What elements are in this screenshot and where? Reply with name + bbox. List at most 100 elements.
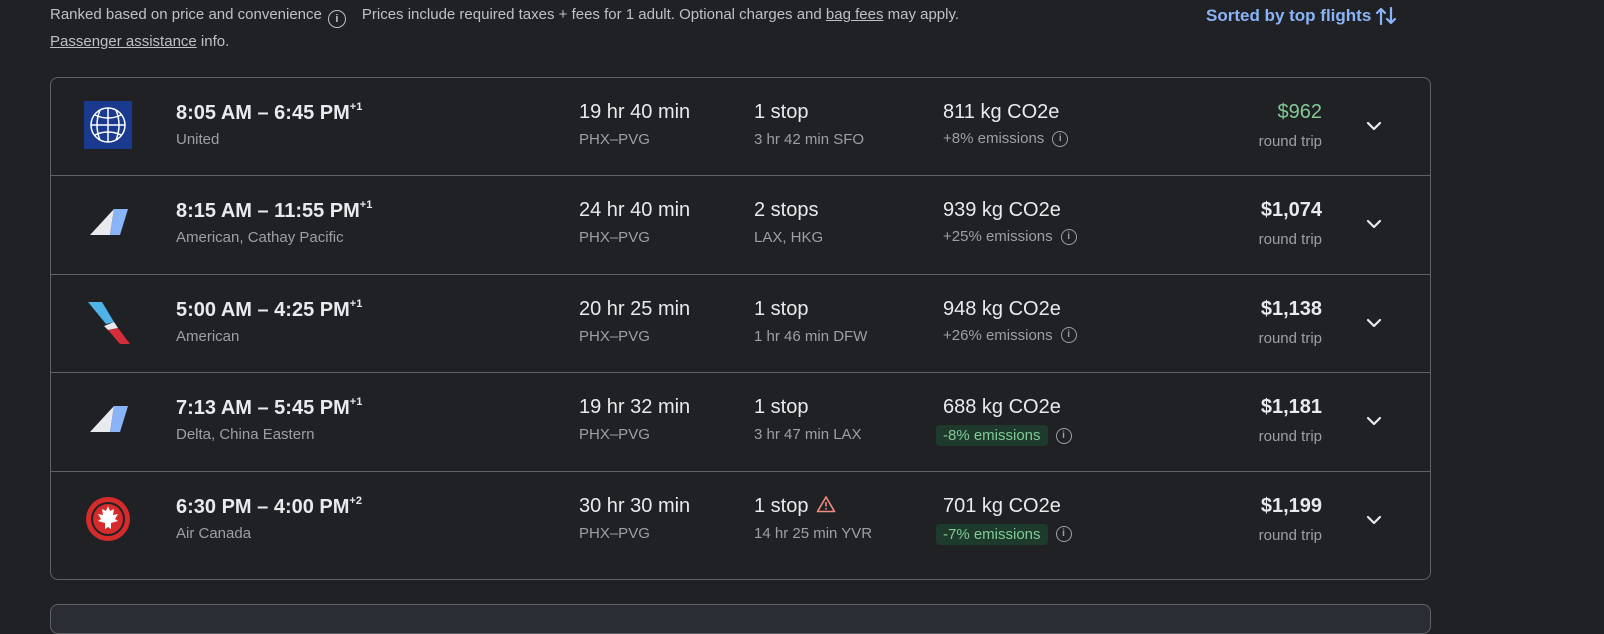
airline-name: American, Cathay Pacific bbox=[176, 229, 344, 247]
flight-times: 6:30 PM – 4:00 PM+2 bbox=[176, 495, 362, 519]
emissions-info: +25% emissions i bbox=[943, 228, 1077, 245]
stops-count: 1 stop bbox=[754, 101, 808, 124]
united-globe-icon bbox=[84, 101, 132, 149]
stop-detail: LAX, HKG bbox=[754, 229, 824, 247]
flight-route: PHX–PVG bbox=[579, 426, 650, 444]
emissions-info-icon[interactable]: i bbox=[1060, 228, 1077, 245]
flight-duration: 19 hr 40 min bbox=[579, 101, 691, 123]
flight-times: 8:05 AM – 6:45 PM+1 bbox=[176, 101, 362, 125]
price-type: round trip bbox=[1258, 428, 1322, 446]
stops-count: 2 stops bbox=[754, 199, 818, 222]
emissions-info: -8% emissions i bbox=[936, 425, 1072, 447]
chevron-down-icon[interactable] bbox=[1362, 508, 1386, 532]
ranking-info: Ranked based on price and convenience i Pr… bbox=[50, 6, 959, 28]
times-text: 8:05 AM – 6:45 PM bbox=[176, 102, 350, 124]
flight-price: $1,199 bbox=[1260, 494, 1322, 517]
emissions-info-icon[interactable]: i bbox=[1052, 130, 1069, 147]
ranked-text: Ranked based on price and convenience bbox=[50, 6, 322, 23]
airline-name: Air Canada bbox=[176, 524, 252, 542]
flight-route: PHX–PVG bbox=[579, 131, 650, 148]
prices-text-end: may apply. bbox=[883, 6, 960, 23]
flight-results-list: 8:05 AM – 6:45 PM+1 United 19 hr 40 min … bbox=[50, 77, 1431, 580]
flight-row[interactable]: 6:30 PM – 4:00 PM+2 Air Canada 30 hr 30 … bbox=[51, 472, 1430, 570]
flight-route: PHX–PVG bbox=[579, 327, 650, 345]
emissions-info: +26% emissions i bbox=[943, 327, 1077, 344]
flight-times: 7:13 AM – 5:45 PM+1 bbox=[176, 396, 362, 420]
chevron-down-icon[interactable] bbox=[1362, 114, 1386, 138]
air-canada-icon bbox=[84, 495, 132, 543]
stop-detail: 3 hr 47 min LAX bbox=[754, 426, 862, 444]
flight-duration: 24 hr 40 min bbox=[579, 199, 691, 222]
co2-amount: 688 kg CO2e bbox=[943, 396, 1061, 419]
stop-detail: 14 hr 25 min YVR bbox=[754, 524, 873, 542]
times-text: 5:00 AM – 4:25 PM bbox=[176, 298, 350, 321]
times-text: 7:13 AM – 5:45 PM bbox=[176, 397, 350, 420]
multi-airline-icon bbox=[84, 199, 132, 247]
flight-route: PHX–PVG bbox=[579, 524, 650, 542]
stop-detail: 1 hr 46 min DFW bbox=[754, 327, 868, 345]
times-text: 6:30 PM – 4:00 PM bbox=[176, 495, 350, 518]
next-section-card bbox=[50, 604, 1431, 634]
stops-text: 1 stop bbox=[754, 494, 809, 517]
passenger-info: Passenger assistance info. bbox=[50, 33, 229, 50]
multi-airline-icon bbox=[84, 396, 132, 444]
stops-count: 1 stop bbox=[754, 298, 808, 321]
price-type: round trip bbox=[1258, 329, 1322, 347]
flight-duration: 20 hr 25 min bbox=[579, 297, 691, 320]
day-offset: +2 bbox=[349, 494, 362, 507]
chevron-down-icon[interactable] bbox=[1362, 409, 1386, 433]
sort-arrows-icon bbox=[1376, 6, 1397, 26]
flight-duration: 30 hr 30 min bbox=[579, 494, 691, 517]
bag-fees-link[interactable]: bag fees bbox=[826, 6, 884, 23]
times-text: 8:15 AM – 11:55 PM bbox=[176, 200, 360, 223]
airline-name: Delta, China Eastern bbox=[176, 426, 315, 444]
stops-text: 1 stop bbox=[754, 396, 809, 419]
low-emissions-badge: -7% emissions bbox=[936, 523, 1048, 545]
flight-price: $1,138 bbox=[1260, 297, 1322, 320]
co2-amount: 811 kg CO2e bbox=[943, 101, 1060, 123]
stops-text: 1 stop bbox=[754, 101, 809, 123]
emissions-text: +8% emissions bbox=[943, 130, 1045, 147]
chevron-down-icon[interactable] bbox=[1362, 212, 1386, 236]
emissions-text: +25% emissions bbox=[943, 228, 1053, 246]
day-offset: +1 bbox=[349, 396, 363, 409]
day-offset: +1 bbox=[349, 297, 363, 310]
flight-duration: 19 hr 32 min bbox=[579, 396, 691, 419]
flight-row[interactable]: 8:05 AM – 6:45 PM+1 United 19 hr 40 min … bbox=[51, 78, 1430, 177]
info-icon[interactable]: i bbox=[327, 10, 346, 28]
flight-price: $1,181 bbox=[1260, 396, 1322, 419]
flight-row[interactable]: 8:15 AM – 11:55 PM+1 American, Cathay Pa… bbox=[51, 176, 1430, 275]
flight-row[interactable]: 7:13 AM – 5:45 PM+1 Delta, China Eastern… bbox=[51, 373, 1430, 472]
flight-times: 8:15 AM – 11:55 PM+1 bbox=[176, 199, 372, 223]
co2-amount: 939 kg CO2e bbox=[943, 199, 1061, 222]
emissions-info-icon[interactable]: i bbox=[1060, 327, 1077, 344]
day-offset: +1 bbox=[349, 101, 363, 113]
stops-text: 2 stops bbox=[754, 199, 819, 222]
sort-label: Sorted by top flights bbox=[1206, 6, 1372, 25]
stop-detail: 3 hr 42 min SFO bbox=[754, 131, 865, 148]
flight-route: PHX–PVG bbox=[579, 229, 650, 247]
passenger-info-suffix: info. bbox=[196, 33, 230, 50]
day-offset: +1 bbox=[359, 199, 373, 212]
chevron-down-icon[interactable] bbox=[1362, 311, 1386, 335]
airline-name: United bbox=[176, 131, 220, 148]
co2-amount: 701 kg CO2e bbox=[943, 494, 1061, 517]
emissions-info: +8% emissions i bbox=[943, 130, 1069, 147]
flight-price: $962 bbox=[1277, 101, 1323, 123]
flight-row[interactable]: 5:00 AM – 4:25 PM+1 American 20 hr 25 mi… bbox=[51, 275, 1430, 374]
airline-name: American bbox=[176, 327, 240, 345]
flight-price: $1,074 bbox=[1260, 199, 1322, 222]
emissions-text: +26% emissions bbox=[943, 326, 1053, 344]
prices-text: Prices include required taxes + fees for… bbox=[361, 6, 826, 23]
stops-count: 1 stop bbox=[754, 495, 836, 518]
co2-amount: 948 kg CO2e bbox=[943, 297, 1061, 320]
stops-count: 1 stop bbox=[754, 396, 808, 419]
price-type: round trip bbox=[1258, 133, 1322, 150]
sort-button[interactable]: Sorted by top flights bbox=[1206, 4, 1397, 28]
warning-icon[interactable] bbox=[816, 495, 836, 513]
passenger-assistance-link[interactable]: Passenger assistance bbox=[50, 33, 197, 50]
emissions-info-icon[interactable]: i bbox=[1055, 427, 1072, 444]
emissions-info-icon[interactable]: i bbox=[1055, 526, 1072, 543]
price-type: round trip bbox=[1258, 526, 1322, 544]
price-type: round trip bbox=[1258, 231, 1322, 249]
